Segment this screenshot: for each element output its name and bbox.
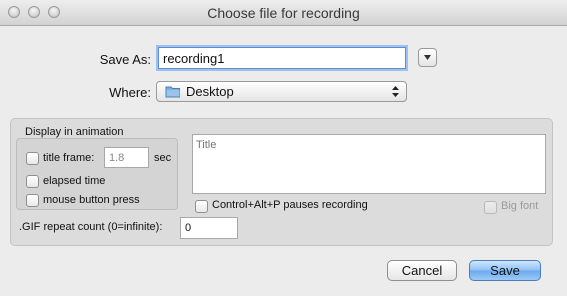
up-down-arrows-icon: [392, 86, 399, 97]
where-select[interactable]: Desktop: [156, 81, 407, 102]
cancel-button[interactable]: Cancel: [387, 260, 457, 281]
where-label: Where:: [109, 85, 151, 100]
big-font-checkbox[interactable]: [484, 201, 497, 214]
where-value: Desktop: [186, 84, 234, 99]
title-frame-checkbox[interactable]: [26, 152, 39, 165]
big-font-label: Big font: [501, 200, 539, 212]
window-title: Choose file for recording: [207, 5, 360, 21]
save-button[interactable]: Save: [469, 260, 541, 281]
chevron-down-icon: [424, 55, 431, 60]
save-as-input[interactable]: [158, 47, 406, 69]
mouse-press-checkbox[interactable]: [26, 194, 39, 207]
gif-repeat-label: .GIF repeat count (0=infinite):: [19, 221, 163, 233]
elapsed-time-label: elapsed time: [43, 175, 106, 187]
title-bar: Choose file for recording: [0, 0, 567, 26]
pause-shortcut-checkbox[interactable]: [195, 200, 208, 213]
title-frame-input[interactable]: [104, 147, 149, 168]
elapsed-time-checkbox[interactable]: [26, 175, 39, 188]
gif-repeat-input[interactable]: [180, 217, 238, 239]
title-frame-unit: sec: [154, 152, 172, 164]
pause-shortcut-label: Control+Alt+P pauses recording: [212, 199, 368, 211]
expand-browser-button[interactable]: [418, 48, 437, 67]
folder-icon: [165, 86, 180, 98]
title-textarea[interactable]: [192, 134, 546, 194]
display-heading: Display in animation: [25, 126, 124, 138]
save-as-label: Save As:: [99, 52, 151, 67]
mouse-press-label: mouse button press: [43, 194, 140, 206]
title-frame-label: title frame:: [43, 152, 95, 164]
